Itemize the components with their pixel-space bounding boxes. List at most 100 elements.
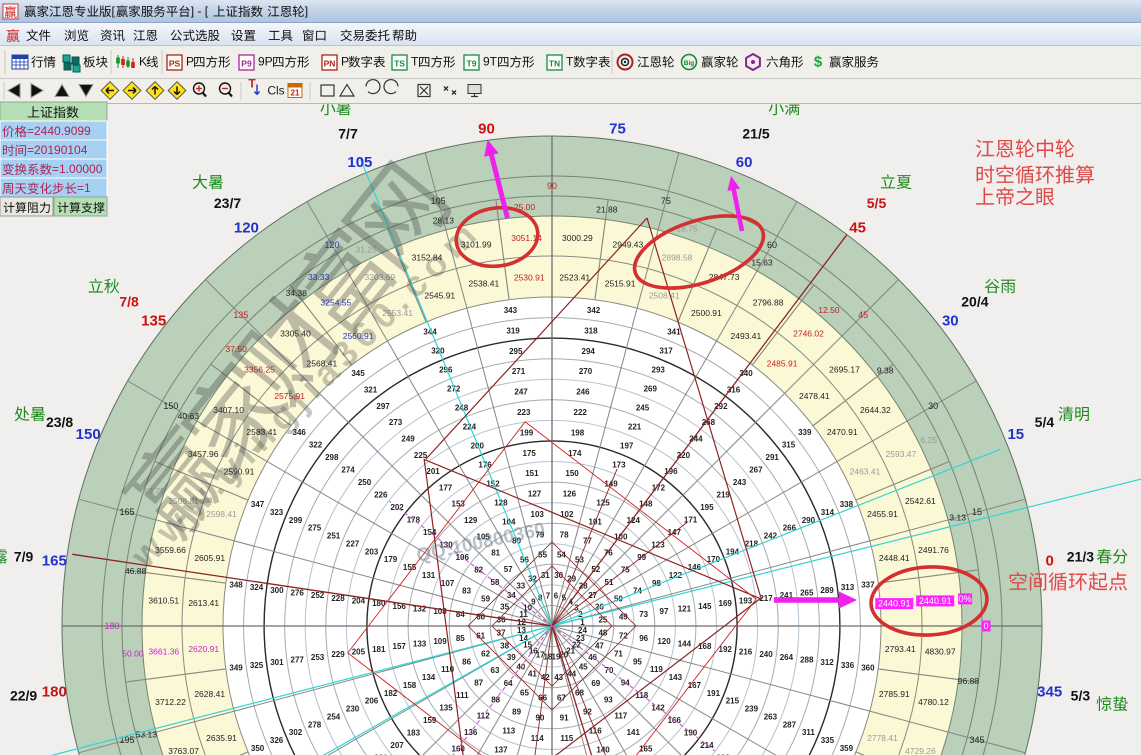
svg-text:133: 133 bbox=[413, 639, 427, 648]
svg-text:215: 215 bbox=[726, 697, 740, 706]
svg-text:345: 345 bbox=[1037, 684, 1062, 701]
svg-text:264: 264 bbox=[780, 653, 794, 662]
svg-text:83: 83 bbox=[462, 587, 471, 596]
svg-text:335: 335 bbox=[821, 736, 835, 745]
svg-text:93: 93 bbox=[604, 695, 613, 704]
svg-text:=20190104: =20190104 bbox=[27, 143, 88, 157]
svg-text:50.00: 50.00 bbox=[122, 649, 144, 659]
svg-text:183: 183 bbox=[407, 728, 421, 737]
svg-text:299: 299 bbox=[289, 516, 303, 525]
svg-text:3.13: 3.13 bbox=[949, 512, 966, 522]
svg-text:7/9: 7/9 bbox=[14, 548, 34, 564]
svg-text:160: 160 bbox=[452, 744, 466, 753]
svg-text:3610.51: 3610.51 bbox=[148, 596, 179, 606]
svg-text:45: 45 bbox=[849, 220, 866, 237]
svg-text:242: 242 bbox=[764, 532, 778, 541]
svg-text:3: 3 bbox=[574, 603, 579, 612]
svg-text:4780.12: 4780.12 bbox=[918, 697, 949, 707]
svg-text:0: 0 bbox=[983, 621, 988, 631]
svg-text:85: 85 bbox=[456, 634, 465, 643]
svg-text:=1: =1 bbox=[77, 181, 91, 195]
svg-text:2785.91: 2785.91 bbox=[879, 689, 910, 699]
svg-text:274: 274 bbox=[341, 466, 355, 475]
svg-text:168: 168 bbox=[698, 642, 712, 651]
svg-text:Big: Big bbox=[684, 60, 695, 67]
svg-text:47: 47 bbox=[595, 642, 604, 651]
svg-text:324: 324 bbox=[250, 583, 264, 592]
svg-text:P9: P9 bbox=[241, 59, 252, 69]
svg-text:181: 181 bbox=[372, 645, 386, 654]
svg-text:67: 67 bbox=[557, 693, 566, 702]
svg-text:287: 287 bbox=[783, 720, 797, 729]
svg-text:39: 39 bbox=[507, 653, 516, 662]
svg-text:319: 319 bbox=[506, 327, 520, 336]
svg-text:5/3: 5/3 bbox=[1071, 688, 1091, 704]
svg-text:135: 135 bbox=[233, 310, 248, 320]
svg-text:345: 345 bbox=[969, 735, 984, 745]
svg-text:K: K bbox=[139, 55, 147, 69]
svg-text:197: 197 bbox=[620, 442, 634, 451]
svg-text:3661.36: 3661.36 bbox=[148, 646, 179, 656]
svg-text:4830.97: 4830.97 bbox=[925, 646, 956, 656]
svg-text:217: 217 bbox=[759, 594, 773, 603]
svg-text:7/7: 7/7 bbox=[338, 126, 358, 142]
svg-text:2542.61: 2542.61 bbox=[905, 496, 936, 506]
svg-text:113: 113 bbox=[502, 726, 515, 735]
svg-text:343: 343 bbox=[504, 306, 518, 315]
svg-text:96.88: 96.88 bbox=[958, 676, 980, 686]
svg-text:151: 151 bbox=[525, 469, 539, 478]
svg-text:199: 199 bbox=[520, 428, 534, 437]
svg-text:TN: TN bbox=[549, 59, 560, 69]
svg-text:2628.41: 2628.41 bbox=[194, 689, 225, 699]
svg-text:135: 135 bbox=[439, 703, 453, 712]
svg-text:203: 203 bbox=[365, 547, 379, 556]
svg-text:33: 33 bbox=[516, 581, 525, 590]
svg-text:60: 60 bbox=[767, 240, 777, 250]
svg-text:3000.29: 3000.29 bbox=[562, 233, 593, 243]
svg-text:T: T bbox=[566, 55, 574, 69]
svg-text:21.88: 21.88 bbox=[596, 205, 618, 215]
svg-text:2949.43: 2949.43 bbox=[613, 240, 644, 250]
svg-text:350: 350 bbox=[251, 744, 265, 753]
svg-text:23/8: 23/8 bbox=[46, 414, 73, 430]
svg-text:75: 75 bbox=[609, 120, 626, 137]
svg-text:7: 7 bbox=[546, 592, 551, 601]
svg-text:325: 325 bbox=[250, 661, 264, 670]
svg-text:253: 253 bbox=[311, 653, 325, 662]
svg-text:55: 55 bbox=[538, 551, 547, 560]
svg-text:86: 86 bbox=[462, 657, 471, 666]
svg-text:97: 97 bbox=[660, 607, 669, 616]
svg-text:15: 15 bbox=[972, 507, 982, 517]
svg-text:77: 77 bbox=[583, 537, 592, 546]
svg-text:21/5: 21/5 bbox=[742, 126, 769, 142]
svg-text:2455.91: 2455.91 bbox=[867, 509, 898, 519]
svg-text:7/8: 7/8 bbox=[119, 294, 139, 310]
svg-text:239: 239 bbox=[745, 705, 759, 714]
svg-text:180: 180 bbox=[104, 621, 119, 631]
svg-text:316: 316 bbox=[727, 386, 741, 395]
svg-text:275: 275 bbox=[308, 524, 322, 533]
svg-text:2778.41: 2778.41 bbox=[867, 733, 898, 743]
svg-text:198: 198 bbox=[571, 428, 585, 437]
svg-text:2593.47: 2593.47 bbox=[886, 449, 917, 459]
svg-text:289: 289 bbox=[820, 586, 834, 595]
svg-text:117: 117 bbox=[614, 712, 627, 721]
svg-text:41: 41 bbox=[528, 669, 537, 678]
svg-text:9T: 9T bbox=[483, 55, 498, 69]
svg-text:135: 135 bbox=[141, 312, 166, 329]
svg-text:69: 69 bbox=[591, 679, 600, 688]
svg-text:12.50: 12.50 bbox=[818, 305, 840, 315]
svg-text:157: 157 bbox=[393, 642, 407, 651]
svg-text:2620.91: 2620.91 bbox=[188, 644, 219, 654]
svg-text:222: 222 bbox=[574, 408, 588, 417]
svg-text:] - [: ] - [ bbox=[191, 4, 209, 18]
svg-text:317: 317 bbox=[659, 347, 673, 356]
svg-text:273: 273 bbox=[389, 418, 403, 427]
svg-text:191: 191 bbox=[707, 689, 721, 698]
svg-text:2508.41: 2508.41 bbox=[649, 291, 680, 301]
svg-text:265: 265 bbox=[800, 589, 814, 598]
svg-text:65: 65 bbox=[520, 688, 529, 697]
svg-text:342: 342 bbox=[587, 306, 601, 315]
svg-text:9.38: 9.38 bbox=[877, 365, 894, 375]
svg-text:221: 221 bbox=[628, 423, 642, 432]
